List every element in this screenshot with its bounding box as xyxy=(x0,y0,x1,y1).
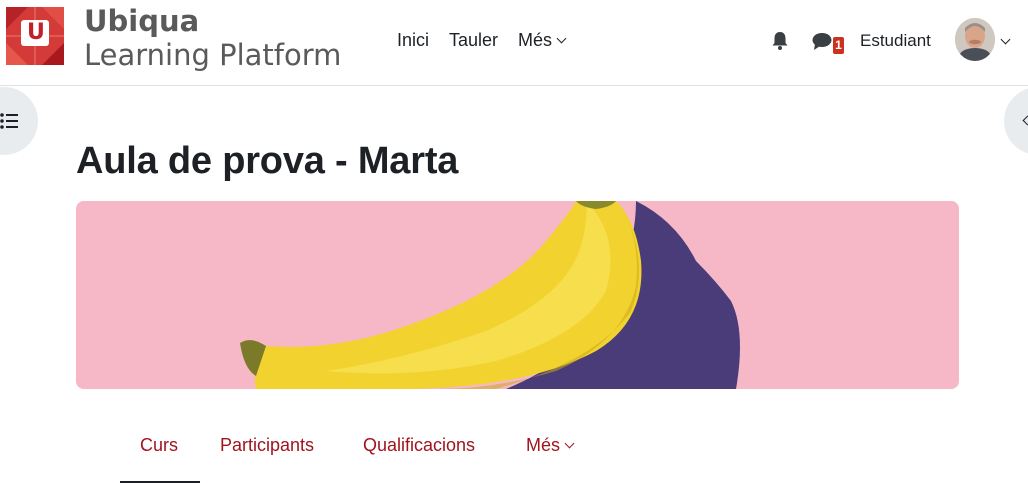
chevron-down-icon xyxy=(564,438,575,449)
tab-participants[interactable]: Participants xyxy=(220,435,314,456)
block-drawer-toggle[interactable] xyxy=(1004,87,1028,155)
logo-letter: U xyxy=(27,20,45,45)
primary-navigation: Inici Tauler Més xyxy=(397,30,567,51)
chevron-left-icon xyxy=(1022,115,1028,126)
list-icon xyxy=(0,113,18,129)
nav-item-dashboard[interactable]: Tauler xyxy=(449,30,498,51)
tab-more[interactable]: Més xyxy=(526,435,575,456)
nav-item-more-label: Més xyxy=(518,30,553,50)
top-navbar: U Ubiqua Learning Platform Inici Tauler … xyxy=(0,0,1028,86)
ubiqua-logo[interactable]: U xyxy=(6,7,64,65)
chevron-down-icon xyxy=(556,33,567,44)
site-name[interactable]: Ubiqua Learning Platform xyxy=(84,4,341,72)
site-name-line1: Ubiqua xyxy=(84,4,200,38)
avatar[interactable] xyxy=(955,18,995,61)
chevron-down-icon[interactable] xyxy=(1000,34,1011,45)
tab-grades[interactable]: Qualificacions xyxy=(363,435,475,456)
course-index-toggle[interactable] xyxy=(0,87,38,155)
nav-item-home[interactable]: Inici xyxy=(397,30,429,51)
course-banner-image xyxy=(76,201,959,389)
bell-icon[interactable] xyxy=(771,31,789,51)
username[interactable]: Estudiant xyxy=(860,31,931,51)
messages-count-badge: 1 xyxy=(833,37,844,54)
chat-icon[interactable] xyxy=(812,31,834,53)
site-name-line2: Learning Platform xyxy=(84,38,342,72)
tab-course[interactable]: Curs xyxy=(140,435,178,456)
page-title: Aula de prova - Marta xyxy=(76,140,459,182)
tab-more-label: Més xyxy=(526,435,561,455)
nav-item-more[interactable]: Més xyxy=(518,30,567,51)
